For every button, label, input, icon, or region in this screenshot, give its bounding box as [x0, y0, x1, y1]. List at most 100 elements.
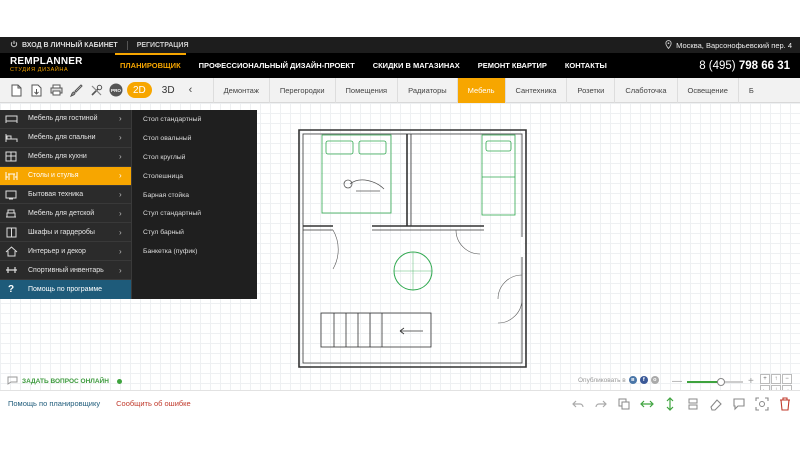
tools-icon[interactable]	[89, 83, 103, 97]
menu-item-wardrobes[interactable]: Шкафы и гардеробы ›	[0, 223, 131, 243]
save-file-icon[interactable]	[29, 83, 43, 97]
menu-item-kitchen[interactable]: Мебель для кухни ›	[0, 148, 131, 167]
pan-up-button[interactable]: ↑	[771, 374, 781, 384]
brush-icon[interactable]	[69, 83, 83, 97]
submenu-item-chair-standard[interactable]: Стул стандартный	[132, 204, 257, 223]
menu-item-label: Бытовая техника	[28, 191, 84, 198]
submenu-item-bar-stool[interactable]: Стул барный	[132, 223, 257, 242]
planner-app: ВХОД В ЛИЧНЫЙ КАБИНЕТ РЕГИСТРАЦИЯ Москва…	[0, 0, 800, 450]
zoom-fit-icon[interactable]	[755, 396, 769, 411]
nav-contacts[interactable]: КОНТАКТЫ	[556, 53, 616, 78]
sport-icon	[0, 266, 22, 274]
single-bed-frame	[481, 134, 516, 216]
door-swing	[455, 229, 481, 255]
top-bar: ВХОД В ЛИЧНЫЙ КАБИНЕТ РЕГИСТРАЦИЯ Москва…	[0, 37, 800, 53]
report-error-link[interactable]: Сообщить об ошибке	[116, 399, 191, 408]
pan-zoom-out-button[interactable]: −	[782, 374, 792, 384]
trash-icon[interactable]	[778, 396, 792, 411]
chat-icon	[7, 376, 18, 387]
zoom-slider[interactable]	[687, 377, 743, 386]
menu-item-sport[interactable]: Спортивный инвентарь ›	[0, 261, 131, 281]
sofa-icon	[0, 114, 22, 124]
person-figure	[349, 179, 385, 192]
print-icon[interactable]	[49, 83, 63, 97]
menu-item-appliances[interactable]: Бытовая техника ›	[0, 186, 131, 205]
ask-online-button[interactable]: ЗАДАТЬ ВОПРОС ОНЛАЙН	[7, 376, 122, 387]
facebook-icon[interactable]: f	[639, 376, 648, 384]
mirror-object-icon[interactable]	[640, 397, 654, 411]
zoom-handle[interactable]	[716, 377, 725, 386]
pro-badge-icon[interactable]: PRO	[109, 83, 123, 97]
eraser-icon[interactable]	[709, 397, 723, 411]
submenu-item-countertop[interactable]: Столешница	[132, 167, 257, 186]
menu-item-bedroom[interactable]: Мебель для спальни ›	[0, 129, 131, 148]
ask-online-label: ЗАДАТЬ ВОПРОС ОНЛАЙН	[22, 378, 109, 385]
view-2d-button[interactable]: 2D	[127, 82, 152, 98]
menu-item-help[interactable]: ? Помощь по программе	[0, 280, 131, 299]
tab-low-voltage[interactable]: Слаботочка	[614, 77, 676, 103]
submenu-item-table-round[interactable]: Стол круглый	[132, 148, 257, 167]
logo-subtitle: СТУДИЯ ДИЗАЙНА	[10, 67, 69, 73]
power-icon	[10, 40, 18, 50]
phone-main: 798 66 31	[738, 59, 790, 72]
flip-object-icon[interactable]	[663, 396, 677, 411]
wardrobe-icon	[0, 227, 22, 238]
submenu-item-pouf[interactable]: Банкетка (пуфик)	[132, 242, 257, 261]
tab-plumbing[interactable]: Сантехника	[504, 77, 567, 103]
redo-icon[interactable]	[594, 397, 608, 411]
undo-icon[interactable]	[571, 397, 585, 411]
double-bed-frame	[321, 134, 392, 214]
menu-item-living-room[interactable]: Мебель для гостиной ›	[0, 110, 131, 129]
floor-plan[interactable]	[296, 127, 530, 371]
copy-object-icon[interactable]	[617, 397, 631, 411]
planner-help-link[interactable]: Помощь по планировщику	[8, 399, 100, 408]
phone-number[interactable]: 8 (495) 798 66 31	[699, 60, 790, 72]
door-swing	[497, 274, 523, 300]
nav-renovation[interactable]: РЕМОНТ КВАРТИР	[469, 53, 556, 78]
view-3d-button[interactable]: 3D	[156, 82, 181, 98]
tab-furniture[interactable]: Мебель	[456, 77, 505, 103]
walls	[298, 129, 527, 368]
align-object-icon[interactable]	[686, 397, 700, 411]
stair-steps	[333, 313, 383, 347]
submenu-item-table-standard[interactable]: Стол стандартный	[132, 110, 257, 129]
categories-prev-button[interactable]: ‹	[189, 84, 201, 96]
doors	[332, 229, 523, 324]
new-file-icon[interactable]	[9, 83, 23, 97]
tab-rooms[interactable]: Помещения	[334, 77, 398, 103]
nav-planner[interactable]: ПЛАНИРОВЩИК	[111, 53, 190, 78]
staircase	[320, 312, 432, 348]
publish-share: Опубликовать в в f о	[578, 376, 659, 384]
submenu-item-table-oval[interactable]: Стол овальный	[132, 129, 257, 148]
odnoklassniki-icon[interactable]: о	[650, 376, 659, 384]
chevron-right-icon: ›	[119, 152, 122, 162]
register-link[interactable]: РЕГИСТРАЦИЯ	[137, 42, 189, 49]
single-bed	[481, 134, 516, 216]
nav-design-project[interactable]: ПРОФЕССИОНАЛЬНЫЙ ДИЗАЙН-ПРОЕКТ	[190, 53, 364, 78]
menu-item-kids-room[interactable]: Мебель для детской ›	[0, 204, 131, 224]
menu-help-label: Помощь по программе	[28, 285, 103, 293]
tab-demolition[interactable]: Демонтаж	[212, 77, 269, 103]
logo[interactable]: REMPLANNER СТУДИЯ ДИЗАЙНА	[10, 57, 94, 74]
nav-discounts[interactable]: СКИДКИ В МАГАЗИНАХ	[364, 53, 469, 78]
double-bed	[321, 134, 392, 214]
tab-partitions[interactable]: Перегородки	[268, 77, 335, 103]
pan-zoom-in-button[interactable]: +	[760, 374, 770, 384]
chevron-right-icon: ›	[119, 171, 122, 181]
planner-toolbar: PRO 2D 3D ‹ Демонтаж Перегородки Помещен…	[0, 77, 800, 103]
login-link[interactable]: ВХОД В ЛИЧНЫЙ КАБИНЕТ	[10, 40, 118, 50]
furniture-submenu: Стол стандартный Стол овальный Стол круг…	[131, 110, 257, 299]
zoom-in-button[interactable]: +	[748, 376, 754, 387]
tab-sockets[interactable]: Розетки	[566, 77, 614, 103]
tab-more[interactable]: Б	[737, 77, 764, 103]
menu-item-tables-chairs[interactable]: Столы и стулья ›	[0, 166, 131, 186]
comment-icon[interactable]	[732, 397, 746, 411]
menu-item-decor[interactable]: Интерьер и декор ›	[0, 242, 131, 262]
zoom-out-button[interactable]: —	[672, 376, 682, 387]
main-header: REMPLANNER СТУДИЯ ДИЗАЙНА ПЛАНИРОВЩИК ПР…	[0, 53, 800, 78]
submenu-item-bar-counter[interactable]: Барная стойка	[132, 186, 257, 205]
tab-lighting[interactable]: Освещение	[676, 77, 738, 103]
vk-icon[interactable]: в	[628, 376, 637, 384]
logo-title: REMPLANNER	[10, 56, 83, 67]
tab-radiators[interactable]: Радиаторы	[397, 77, 457, 103]
